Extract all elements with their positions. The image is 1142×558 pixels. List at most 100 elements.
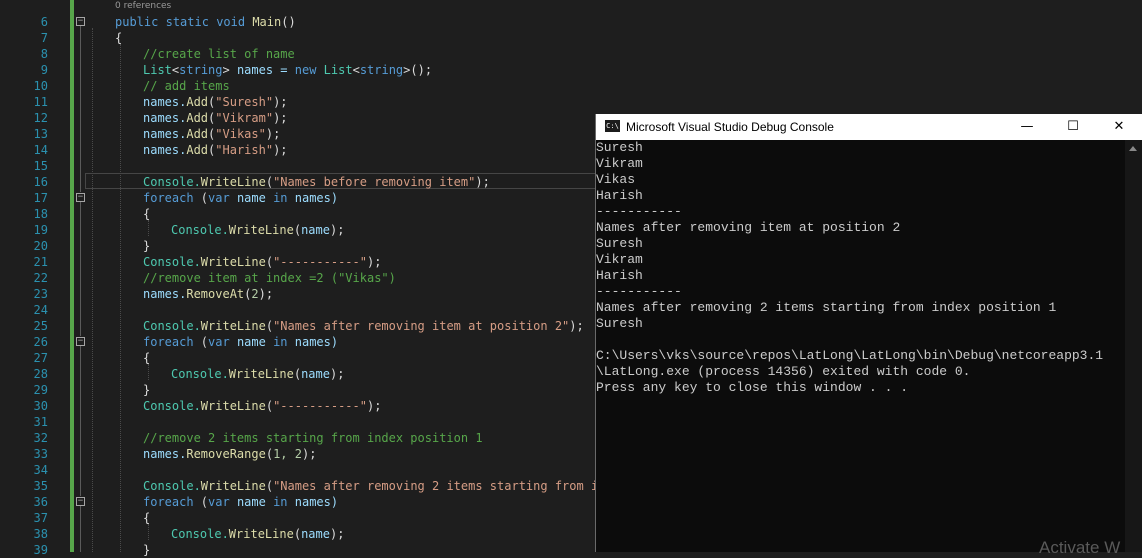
punctuation: ); — [258, 287, 274, 301]
line-number: 10 — [33, 79, 48, 93]
code-lens-references[interactable]: 0 references — [115, 1, 171, 11]
line-number: 15 — [33, 159, 48, 173]
keyword: in — [273, 191, 288, 205]
number-literal: 2 — [251, 287, 259, 301]
code-line-12[interactable]: names.Add("Vikram"); — [143, 110, 288, 126]
code-line-18[interactable]: { — [143, 206, 150, 222]
line-number: 19 — [33, 223, 48, 237]
console-output-line: Vikram — [596, 252, 643, 267]
variable: name — [301, 223, 330, 237]
punctuation: ); — [301, 447, 317, 461]
code-line-21[interactable]: Console.WriteLine("-----------"); — [143, 254, 381, 270]
console-title-bar[interactable]: C:\ Microsoft Visual Studio Debug Consol… — [596, 114, 1142, 140]
console-output: Suresh Vikram Vikas Harish ----------- Names … — [596, 140, 1116, 552]
string-literal: "Vikas" — [215, 127, 266, 141]
code-line-25[interactable]: Console.WriteLine("Names after removing … — [143, 318, 584, 334]
code-line-33[interactable]: names.RemoveRange(1, 2); — [143, 446, 316, 462]
line-number: 6 — [40, 15, 48, 29]
minimize-button[interactable]: — — [1004, 114, 1050, 140]
activate-windows-watermark: Activate W — [1039, 538, 1121, 557]
variable: name — [301, 527, 330, 541]
code-line-6[interactable]: public static void Main() — [115, 14, 296, 30]
code-line-19[interactable]: Console.WriteLine(name); — [171, 222, 344, 238]
code-line-16[interactable]: Console.WriteLine("Names before removing… — [143, 174, 490, 190]
code-line-28[interactable]: Console.WriteLine(name); — [171, 366, 344, 382]
code-line-13[interactable]: names.Add("Vikas"); — [143, 126, 280, 142]
string-literal: "Vikram" — [215, 111, 274, 125]
method-name: WriteLine — [200, 399, 266, 413]
code-line-14[interactable]: names.Add("Harish"); — [143, 142, 288, 158]
collapse-icon[interactable]: − — [76, 337, 85, 346]
code-line-35[interactable]: Console.WriteLine("Names after removing … — [143, 478, 613, 494]
code-line-10[interactable]: // add items — [143, 78, 230, 94]
line-number: 11 — [33, 95, 48, 109]
type-name: List — [316, 63, 353, 77]
console-output-line: Harish — [596, 188, 643, 203]
code-line-32[interactable]: //remove 2 items starting from index pos… — [143, 430, 483, 446]
line-number: 37 — [33, 511, 48, 525]
line-number: 20 — [33, 239, 48, 253]
code-line-30[interactable]: Console.WriteLine("-----------"); — [143, 398, 381, 414]
indent-guide — [148, 524, 149, 540]
close-button[interactable]: ✕ — [1096, 114, 1142, 140]
line-number: 16 — [33, 175, 48, 189]
object: names. — [143, 143, 187, 157]
line-number: 27 — [33, 351, 48, 365]
string-literal: "Suresh" — [215, 95, 274, 109]
code-line-29[interactable]: } — [143, 382, 150, 398]
console-output-line: Harish — [596, 268, 643, 283]
indent-guide — [120, 44, 121, 552]
code-line-23[interactable]: names.RemoveAt(2); — [143, 286, 273, 302]
code-line-7[interactable]: { — [115, 30, 122, 46]
code-line-26[interactable]: foreach (var name in names) — [143, 334, 338, 350]
punctuation: ); — [273, 143, 288, 157]
type-name: Console. — [143, 319, 201, 333]
line-number: 17 — [33, 191, 48, 205]
punctuation: ); — [329, 527, 345, 541]
punctuation: () — [281, 15, 296, 29]
line-number: 23 — [33, 287, 48, 301]
collapse-icon[interactable]: − — [76, 17, 85, 26]
method-name: WriteLine — [228, 527, 294, 541]
debug-console-window[interactable]: C:\ Microsoft Visual Studio Debug Consol… — [595, 114, 1142, 557]
collapse-icon[interactable]: − — [76, 193, 85, 202]
line-number: 22 — [33, 271, 48, 285]
keyword: public — [115, 15, 159, 29]
type-name: Console. — [171, 527, 229, 541]
code-line-8[interactable]: //create list of name — [143, 46, 295, 62]
method-name: Add — [186, 143, 209, 157]
code-line-27[interactable]: { — [143, 350, 150, 366]
line-number: 32 — [33, 431, 48, 445]
string-literal: "Names before removing item" — [273, 175, 476, 189]
object: names. — [143, 111, 187, 125]
indent-guide — [148, 364, 149, 380]
fold-guide — [80, 202, 81, 336]
console-output-line: Press any key to close this window . . . — [596, 380, 909, 395]
code-line-39[interactable]: } — [143, 542, 150, 558]
code-line-36[interactable]: foreach (var name in names) — [143, 494, 338, 510]
code-line-11[interactable]: names.Add("Suresh"); — [143, 94, 288, 110]
scroll-up-arrow-icon[interactable] — [1129, 146, 1137, 151]
code-line-9[interactable]: List<string> names = new List<string>(); — [143, 62, 432, 78]
indent-guide — [148, 220, 149, 236]
code-line-17[interactable]: foreach (var name in names) — [143, 190, 338, 206]
punctuation: ); — [265, 127, 281, 141]
collapse-icon[interactable]: − — [76, 497, 85, 506]
variable: names) — [287, 191, 339, 205]
string-literal: "Names after removing 2 items starting f… — [273, 479, 613, 493]
variable: names) — [287, 335, 339, 349]
code-line-37[interactable]: { — [143, 510, 150, 526]
code-line-38[interactable]: Console.WriteLine(name); — [171, 526, 344, 542]
punctuation: > — [222, 63, 230, 77]
window-title: Microsoft Visual Studio Debug Console — [626, 120, 834, 134]
code-line-20[interactable]: } — [143, 238, 150, 254]
console-output-line: Suresh — [596, 236, 643, 251]
console-output-line: C:\Users\vks\source\repos\LatLong\LatLon… — [596, 348, 1104, 363]
code-line-22[interactable]: //remove item at index =2 ("Vikas") — [143, 270, 396, 286]
console-scrollbar[interactable] — [1125, 140, 1142, 552]
maximize-button[interactable]: ☐ — [1050, 114, 1096, 140]
punctuation: ( — [193, 191, 209, 205]
line-number: 33 — [33, 447, 48, 461]
variable: name — [229, 335, 274, 349]
